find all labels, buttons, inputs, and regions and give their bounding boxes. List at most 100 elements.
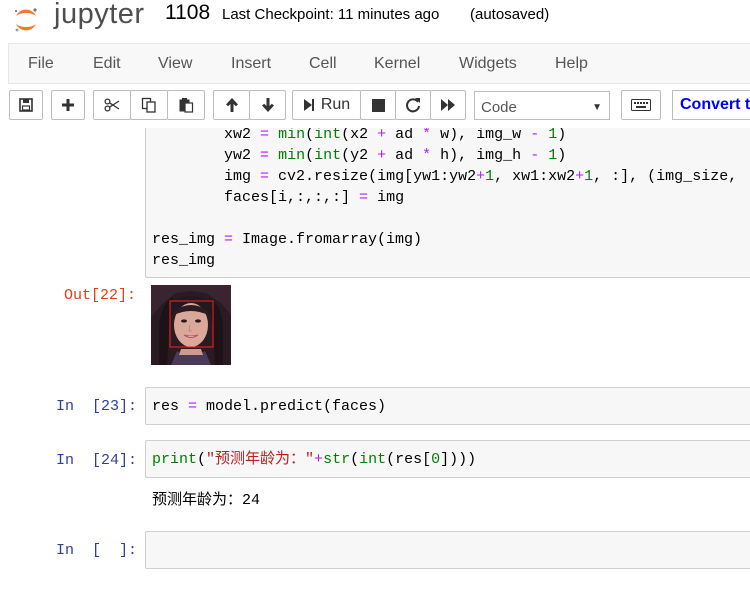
code-token: img bbox=[224, 168, 261, 185]
code-token: = bbox=[260, 168, 270, 185]
interrupt-button[interactable] bbox=[360, 90, 396, 120]
jupyter-logo-icon bbox=[15, 8, 37, 32]
jupyter-logo[interactable]: jupyter bbox=[8, 0, 148, 34]
menu-view[interactable]: View bbox=[158, 55, 192, 73]
code-line: img = cv2.resize(img[yw1:yw2+1, xw1:xw2+… bbox=[152, 166, 737, 187]
toolbar: Run Code ▼ Convert t bbox=[0, 84, 750, 128]
code-string: "预测年龄为：" bbox=[206, 451, 315, 468]
code-token: res_img bbox=[152, 231, 225, 248]
code-token: = bbox=[359, 189, 369, 206]
arrow-up-icon bbox=[225, 98, 238, 112]
code-token: ]))) bbox=[440, 451, 477, 468]
menu-kernel[interactable]: Kernel bbox=[374, 55, 420, 73]
code-cell-22-input[interactable]: xw2 = min(int(x2 + ad * w), img_w - 1) y… bbox=[145, 128, 750, 278]
out-prompt: Out[22]: bbox=[64, 287, 137, 304]
code-token: + bbox=[476, 168, 486, 185]
caret-down-icon: ▼ bbox=[592, 102, 602, 113]
code-token: ad bbox=[386, 147, 423, 164]
code-editor[interactable]: print("预测年龄为："+str(int(res[0]))) bbox=[152, 449, 476, 470]
code-cell-empty-input[interactable] bbox=[145, 531, 750, 569]
menu-cell[interactable]: Cell bbox=[309, 55, 337, 73]
code-line: res = model.predict(faces) bbox=[152, 398, 386, 415]
in-prompt-23: In [23]: bbox=[56, 398, 138, 415]
code-token: = bbox=[224, 231, 234, 248]
menu-insert[interactable]: Insert bbox=[231, 55, 271, 73]
code-token: min bbox=[278, 128, 306, 143]
save-icon bbox=[19, 98, 33, 112]
code-token: str bbox=[323, 451, 351, 468]
code-token: cv2.resize(img[yw1:yw2 bbox=[269, 168, 477, 185]
arrow-down-icon bbox=[261, 98, 274, 112]
code-line: faces[i,:,:,:] = img bbox=[152, 187, 737, 208]
code-editor[interactable]: xw2 = min(int(x2 + ad * w), img_w - 1) y… bbox=[152, 128, 737, 271]
code-line: xw2 = min(int(x2 + ad * w), img_w - 1) bbox=[152, 128, 737, 145]
code-token: , xw1:xw2 bbox=[494, 168, 576, 185]
code-token: 1 bbox=[548, 128, 558, 143]
menu-help[interactable]: Help bbox=[555, 55, 588, 73]
cell-type-select[interactable]: Code ▼ bbox=[474, 91, 610, 120]
paste-button[interactable] bbox=[167, 90, 205, 120]
code-token: w), img_w bbox=[431, 128, 531, 143]
notebook-header: jupyter 1108 Last Checkpoint: 11 minutes… bbox=[0, 0, 750, 44]
code-builtin: print bbox=[152, 451, 198, 468]
insert-cell-button[interactable] bbox=[51, 90, 85, 120]
code-token: = bbox=[260, 147, 270, 164]
code-token: yw2 bbox=[224, 147, 261, 164]
step-forward-icon bbox=[303, 99, 314, 111]
refresh-icon bbox=[406, 98, 420, 113]
move-up-button[interactable] bbox=[213, 90, 250, 120]
menu-widgets[interactable]: Widgets bbox=[459, 55, 517, 73]
code-token: 1 bbox=[485, 168, 495, 185]
restart-button[interactable] bbox=[395, 90, 431, 120]
code-token: model.predict(faces) bbox=[197, 398, 387, 415]
code-token: ) bbox=[557, 128, 567, 143]
code-paren: ( bbox=[197, 451, 207, 468]
code-token: 1 bbox=[548, 147, 558, 164]
menubar: File Edit View Insert Cell Kernel Widget… bbox=[8, 43, 750, 84]
code-token: int bbox=[314, 147, 342, 164]
code-token: + bbox=[377, 128, 387, 143]
copy-icon bbox=[141, 97, 156, 113]
save-button[interactable] bbox=[9, 90, 43, 120]
run-button[interactable]: Run bbox=[292, 90, 361, 120]
code-token: faces[i,:,:,:] bbox=[224, 189, 360, 206]
code-token: ( bbox=[350, 451, 360, 468]
menu-file[interactable]: File bbox=[28, 55, 54, 73]
restart-run-all-button[interactable] bbox=[430, 90, 466, 120]
cell-24-output: 预测年龄为：24 bbox=[152, 492, 261, 509]
in-prompt-24: In [24]: bbox=[56, 452, 138, 469]
code-token: (y2 bbox=[341, 147, 378, 164]
code-editor[interactable]: res = model.predict(faces) bbox=[152, 396, 386, 417]
code-line: yw2 = min(int(y2 + ad * h), img_h - 1) bbox=[152, 145, 737, 166]
code-cell-24-input[interactable]: print("预测年龄为："+str(int(res[0]))) bbox=[145, 440, 750, 478]
code-token: * bbox=[422, 147, 432, 164]
code-token: res bbox=[152, 398, 189, 415]
cell-type-value: Code bbox=[481, 99, 517, 116]
code-token: h), img_h bbox=[431, 147, 531, 164]
code-token: , :], (img_size, bbox=[593, 168, 738, 185]
notebook-container: xw2 = min(int(x2 + ad * w), img_w - 1) y… bbox=[0, 128, 750, 593]
convert-button[interactable]: Convert t bbox=[672, 90, 750, 120]
code-token: 1 bbox=[584, 168, 594, 185]
stop-icon bbox=[371, 98, 385, 112]
code-token: - bbox=[530, 128, 540, 143]
code-cell-23-input[interactable]: res = model.predict(faces) bbox=[145, 387, 750, 425]
code-token: min bbox=[278, 147, 306, 164]
menu-edit[interactable]: Edit bbox=[93, 55, 121, 73]
code-token: int bbox=[359, 451, 387, 468]
in-prompt-empty: In [ ]: bbox=[56, 542, 138, 559]
copy-button[interactable] bbox=[130, 90, 168, 120]
code-token: ( bbox=[305, 147, 315, 164]
notebook-name[interactable]: 1108 bbox=[165, 1, 210, 25]
code-token: (x2 bbox=[341, 128, 378, 143]
code-token: Image.fromarray(img) bbox=[233, 231, 423, 248]
move-down-button[interactable] bbox=[249, 90, 286, 120]
command-palette-button[interactable] bbox=[621, 90, 661, 120]
cut-button[interactable] bbox=[93, 90, 131, 120]
output-face-image[interactable] bbox=[151, 285, 231, 365]
code-token: img bbox=[368, 189, 405, 206]
